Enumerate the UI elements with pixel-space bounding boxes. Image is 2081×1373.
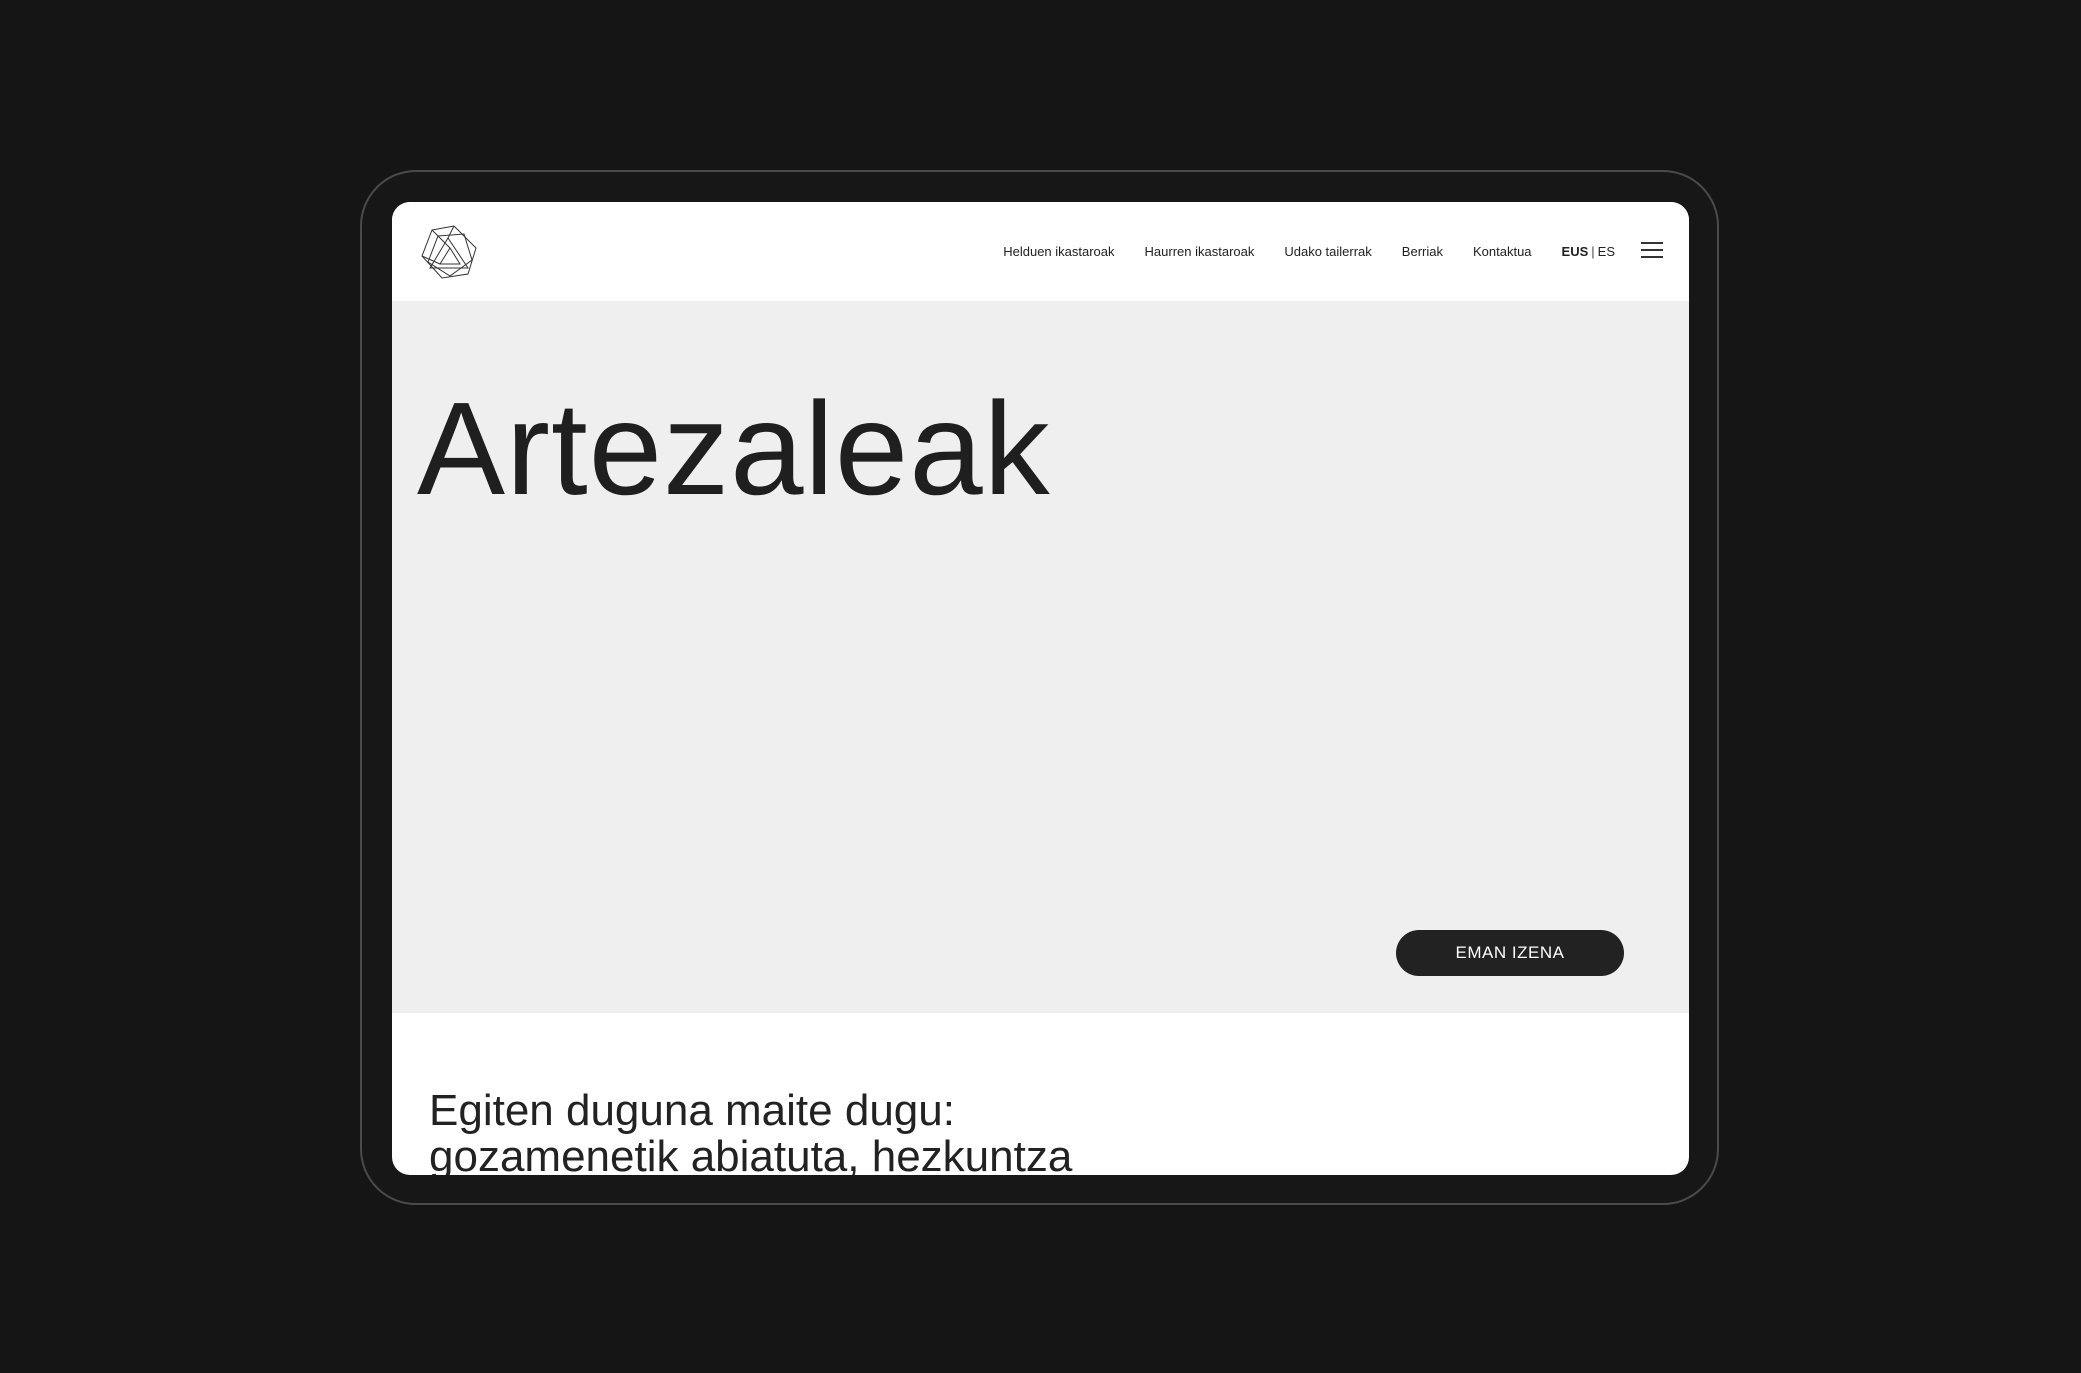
geometric-logo-icon[interactable] bbox=[418, 224, 480, 280]
main-nav: Helduen ikastaroak Haurren ikastaroak Ud… bbox=[1003, 202, 1615, 301]
hero-section: Artezaleak EMAN IZENA bbox=[392, 301, 1689, 1013]
nav-item-berriak[interactable]: Berriak bbox=[1402, 244, 1443, 259]
hero-title: Artezaleak bbox=[417, 375, 1051, 522]
register-button[interactable]: EMAN IZENA bbox=[1396, 930, 1624, 976]
nav-item-haurren-ikastaroak[interactable]: Haurren ikastaroak bbox=[1145, 244, 1255, 259]
lang-separator: | bbox=[1591, 244, 1595, 259]
lang-eus[interactable]: EUS bbox=[1562, 244, 1589, 259]
site-header: Helduen ikastaroak Haurren ikastaroak Ud… bbox=[392, 202, 1689, 301]
nav-item-udako-tailerrak[interactable]: Udako tailerrak bbox=[1284, 244, 1371, 259]
hamburger-icon[interactable] bbox=[1641, 242, 1663, 258]
website-screen: Helduen ikastaroak Haurren ikastaroak Ud… bbox=[392, 202, 1689, 1175]
hamburger-line bbox=[1641, 256, 1663, 258]
nav-item-helduen-ikastaroak[interactable]: Helduen ikastaroak bbox=[1003, 244, 1114, 259]
hamburger-line bbox=[1641, 249, 1663, 251]
hamburger-line bbox=[1641, 242, 1663, 244]
lang-es[interactable]: ES bbox=[1598, 244, 1615, 259]
language-switcher: EUS | ES bbox=[1562, 244, 1615, 259]
nav-item-kontaktua[interactable]: Kontaktua bbox=[1473, 244, 1532, 259]
